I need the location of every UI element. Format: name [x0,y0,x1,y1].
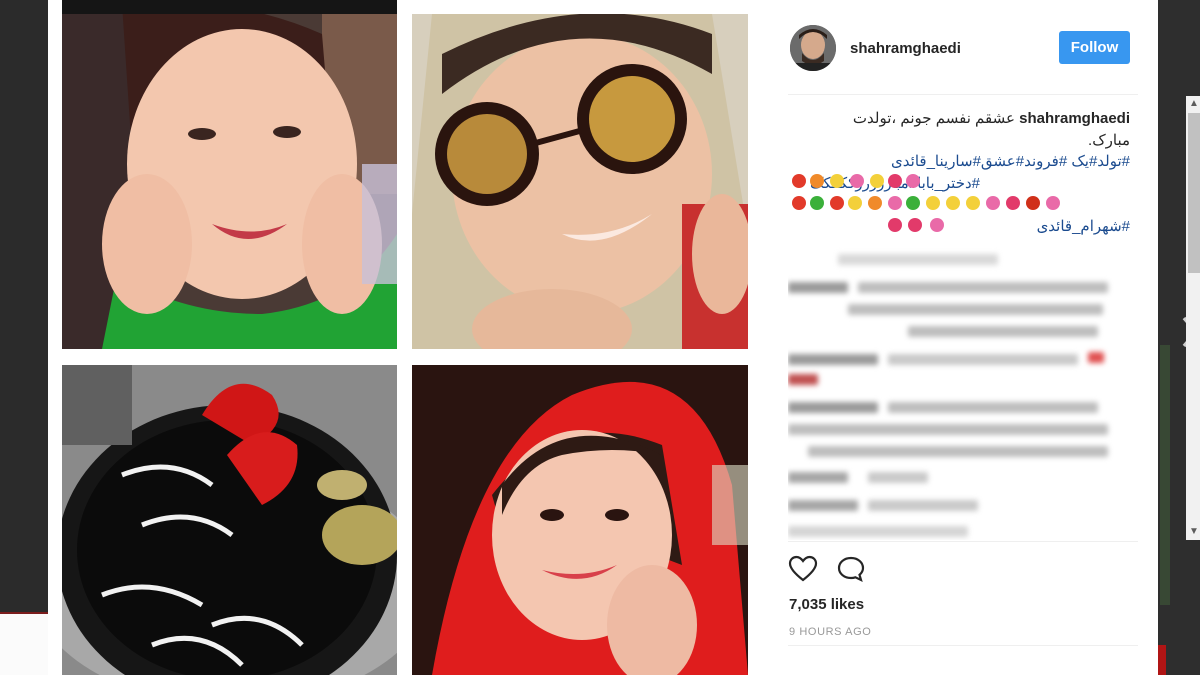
collage-photo-sunglasses [412,14,748,349]
caption-hashtags-line-1[interactable]: #تولد#یک #فروند#عشق#سارینا_قائدی [790,151,1130,173]
blossom-icon [830,174,844,188]
background-page-bottom-right [1158,645,1166,675]
cherry-blossom-icon [850,174,864,188]
tulip-icon [1006,196,1020,210]
follow-button[interactable]: Follow [1059,31,1130,64]
collage-photo-red-scarf [412,365,748,675]
emoji-row-1 [790,174,1130,194]
tulip-icon [888,174,902,188]
avatar[interactable] [790,25,836,71]
flower-icon [868,196,882,210]
collage-photo-cake [62,365,397,675]
maple-leaf-icon [1026,196,1040,210]
blossom-icon [848,196,862,210]
likes-count[interactable]: 7,035 likes [789,596,864,613]
seedling-icon [906,196,920,210]
collage-photo-green-shirt [62,14,397,349]
cherry-blossom-icon [1046,196,1060,210]
post-sidebar: shahramghaedi Follow shahramghaedi عشقم … [788,0,1200,675]
post-modal: shahramghaedi Follow shahramghaedi عشقم … [48,0,1200,675]
emoji-row-2 [790,196,1130,216]
flower-icon [810,174,824,188]
scroll-up-arrow-icon[interactable]: ▲ [1186,96,1200,112]
cherry-blossom-icon [930,218,944,232]
caption-text-line-1: عشقم نفسم جونم ،تولدت [852,110,1015,127]
divider [788,645,1138,646]
background-page-bottom-left [0,612,48,675]
post-actions: 7,035 likes 9 HOURS AGO [788,541,1138,675]
cherry-blossom-icon [986,196,1000,210]
post-timestamp[interactable]: 9 HOURS AGO [789,626,871,638]
scrollbar-thumb[interactable] [1188,113,1200,273]
cherry-blossom-icon [906,174,920,188]
comments-section: shahramghaedi عشقم نفسم جونم ،تولدت مبار… [788,96,1140,540]
caption-username[interactable]: shahramghaedi [1019,110,1130,127]
blossom-icon [966,196,980,210]
username[interactable]: shahramghaedi [850,40,961,57]
clover-icon [810,196,824,210]
post-image-collage [48,0,758,675]
caption-text-line-2: مبارک. [1088,131,1130,149]
cherry-blossom-icon [888,196,902,210]
tulip-icon [792,174,806,188]
tulip-icon [888,218,902,232]
blossom-icon [946,196,960,210]
blurred-comments [788,254,1128,540]
tulip-icon [792,196,806,210]
blossom-icon [870,174,884,188]
tulip-icon [908,218,922,232]
heart-icon[interactable] [788,555,818,583]
tulip-icon [830,196,844,210]
scroll-down-arrow-icon[interactable]: ▼ [1186,524,1200,540]
emoji-row-3 [790,218,1130,238]
post-header: shahramghaedi Follow [788,0,1138,95]
comment-bubble-icon[interactable] [836,555,866,583]
comments-scrollbar[interactable]: ▲ ▼ [1186,96,1200,540]
blossom-icon [926,196,940,210]
